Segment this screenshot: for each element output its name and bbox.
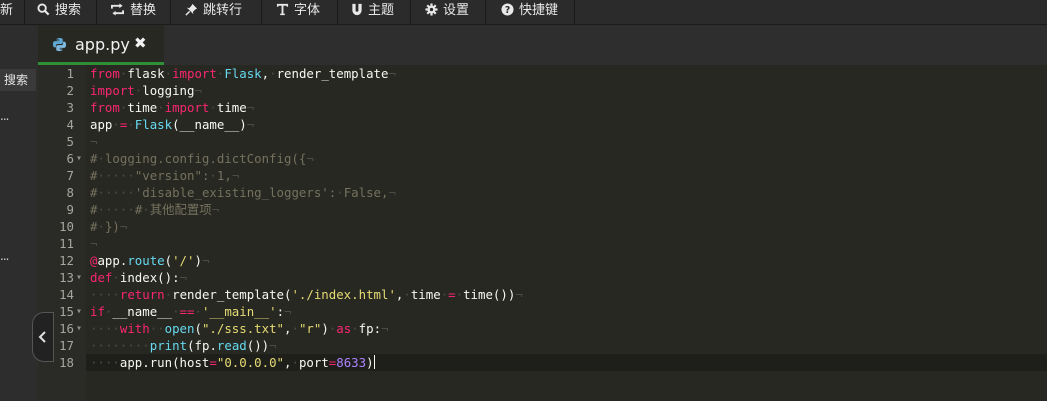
line-number: 10 (59, 219, 74, 234)
sidebar-ellipsis[interactable]: ... (0, 110, 10, 122)
toolbar-item-new-label: 新 (0, 3, 14, 18)
code-line: #·logging.config.dictConfig({¬ (90, 151, 314, 166)
code-line: if·__name__·==·'__main__':¬ (90, 304, 292, 319)
toolbar-search-label: 搜索 (55, 3, 82, 18)
info-icon: ? (501, 3, 514, 16)
code-line: ¬ (90, 134, 98, 149)
toolbar-divider (96, 0, 97, 24)
line-number: 11 (59, 236, 74, 251)
toolbar-divider (170, 0, 171, 24)
toolbar-divider (337, 0, 338, 24)
toolbar-theme-label: 主题 (368, 3, 395, 18)
toolbar-item-new[interactable]: 新 (0, 0, 13, 24)
toolbar-divider (410, 0, 411, 24)
toolbar-shortcuts-label: 快捷键 (519, 3, 559, 18)
line-number: 5 (66, 134, 74, 149)
sidebar-ellipsis[interactable]: ... (0, 250, 10, 262)
toolbar-replace-button[interactable]: 替换 (110, 0, 156, 24)
code-line: ¬ (90, 236, 98, 251)
fold-toggle-icon[interactable]: ▾ (76, 320, 82, 337)
magnet-icon (352, 3, 362, 16)
code-line: from·time·import·time¬ (90, 100, 255, 115)
line-number: 12 (59, 253, 74, 268)
fold-toggle-icon[interactable]: ▾ (76, 303, 82, 320)
code-line: @app.route('/')¬ (90, 253, 210, 268)
line-number: 7 (66, 168, 74, 183)
toolbar-goto-line-label: 跳转行 (203, 3, 243, 18)
toolbar-shortcuts-button[interactable]: ? 快捷键 (501, 0, 558, 24)
toolbar-theme-button[interactable]: 主题 (351, 0, 394, 24)
sidebar-search-button[interactable]: 搜索 (0, 69, 36, 91)
toolbar-divider (261, 0, 262, 24)
code-line: #·····#·其他配置项¬ (90, 202, 220, 217)
code-line: #·})¬ (90, 219, 128, 234)
code-line: #·····"version":·1,¬ (90, 168, 240, 183)
line-number: 3 (66, 100, 74, 115)
line-number: 4 (66, 117, 74, 132)
line-number: 8 (66, 185, 74, 200)
toolbar: 新 搜索 替换 跳转行 字体 主题 设置 ? 快捷键 (0, 0, 1047, 25)
toolbar-search-button[interactable]: 搜索 (37, 0, 81, 24)
toolbar-goto-line-button[interactable]: 跳转行 (185, 0, 242, 24)
tab-close-icon[interactable]: ✖ (134, 34, 147, 52)
tab-filename: app.py (75, 35, 130, 54)
line-number: 9 (66, 202, 74, 217)
code-line: ····app.run(host="0.0.0.0",·port=8633) (90, 355, 375, 370)
toolbar-divider (485, 0, 486, 24)
text-cursor (373, 355, 375, 369)
line-number: 13 (59, 270, 74, 285)
pin-icon (185, 3, 198, 16)
code-line: app·=·Flask(__name__)¬ (90, 117, 255, 132)
code-line: #·····'disable_existing_loggers':·False,… (90, 185, 396, 200)
toolbar-divider (574, 0, 575, 24)
sidebar-collapse-button[interactable] (32, 312, 54, 362)
tab-app-py[interactable]: app.py ✖ (38, 25, 164, 65)
code-line: ····with··open("./sss.txt",·"r")·as·fp:¬ (90, 321, 389, 336)
toolbar-divider (24, 0, 25, 24)
code-line: ····return·render_template('./index.html… (90, 287, 523, 302)
toolbar-replace-label: 替换 (130, 3, 157, 18)
chevron-left-icon (38, 331, 46, 343)
code-line: def·index():¬ (90, 270, 188, 285)
gear-icon (425, 3, 438, 16)
toolbar-settings-label: 设置 (443, 3, 470, 18)
code-line: from·flask·import·Flask,·render_template… (90, 66, 396, 81)
line-number: 1 (66, 66, 74, 81)
search-icon (37, 3, 50, 16)
line-number: 2 (66, 83, 74, 98)
python-icon (52, 37, 67, 52)
code-line: ········print(fp.read())¬ (90, 338, 277, 353)
code-line: import·logging¬ (90, 83, 202, 98)
text-icon (276, 3, 289, 16)
line-number: 14 (59, 287, 74, 302)
replace-icon (111, 3, 124, 16)
fold-toggle-icon[interactable]: ▾ (76, 269, 82, 286)
toolbar-settings-button[interactable]: 设置 (425, 0, 469, 24)
fold-toggle-icon[interactable]: ▾ (76, 150, 82, 167)
line-number: 6 (66, 151, 74, 166)
toolbar-font-label: 字体 (294, 3, 321, 18)
toolbar-font-button[interactable]: 字体 (276, 0, 320, 24)
tab-bar: app.py ✖ (38, 25, 1047, 66)
svg-text:?: ? (505, 5, 510, 16)
